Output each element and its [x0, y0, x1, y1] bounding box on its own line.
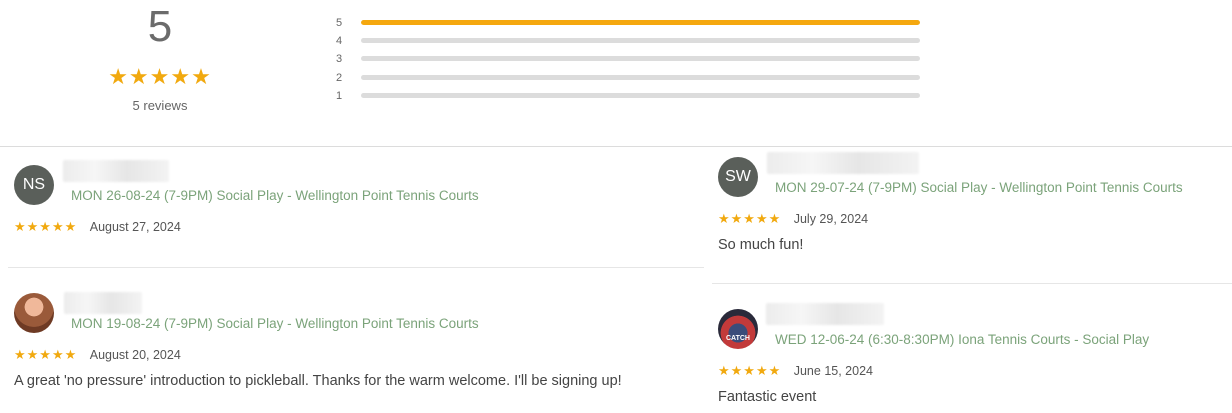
average-rating: 5: [147, 2, 173, 51]
distribution-label: 4: [336, 35, 343, 48]
avatar-photo[interactable]: CATCH: [718, 309, 758, 349]
star-rating-icon: ★★★★★: [718, 211, 782, 226]
review-rating-row: ★★★★★ July 29, 2024: [718, 210, 868, 228]
avatar-initials: NS: [22, 176, 46, 193]
distribution-label: 5: [336, 17, 343, 29]
review-comment: So much fun!: [718, 237, 804, 253]
average-stars: ★★★★★: [108, 64, 212, 89]
distribution-fill: [361, 20, 920, 25]
review-date: July 29, 2024: [793, 212, 869, 226]
distribution-bar: [361, 20, 920, 25]
event-link[interactable]: MON 26-08-24 (7-9PM) Social Play - Welli…: [71, 188, 479, 203]
distribution-bar: [361, 74, 920, 80]
distribution-label: 1: [336, 89, 343, 102]
review-divider: [8, 267, 704, 268]
review-card: NS MON 26-08-24 (7-9PM) Social Play - We…: [14, 160, 694, 255]
event-link[interactable]: WED 12-06-24 (6:30-8:30PM) Iona Tennis C…: [775, 332, 1149, 347]
star-rating-icon: ★★★★★: [14, 219, 78, 234]
distribution-row-5[interactable]: 5: [336, 15, 926, 33]
distribution-label: 2: [336, 71, 343, 84]
avatar-photo[interactable]: [14, 293, 54, 333]
distribution-bar: [361, 92, 920, 98]
review-date: August 27, 2024: [89, 220, 181, 234]
review-comment: Fantastic event: [718, 389, 817, 405]
review-rating-row: ★★★★★ August 20, 2024: [14, 346, 181, 364]
review-card: SW MON 29-07-24 (7-9PM) Social Play - We…: [718, 152, 1218, 267]
review-count: 5 reviews: [132, 98, 188, 113]
distribution-row-2[interactable]: 2: [336, 70, 926, 88]
review-date: June 15, 2024: [793, 364, 873, 378]
reviewer-name-redacted: [63, 160, 169, 182]
divider: [0, 146, 1232, 147]
review-divider: [712, 283, 1232, 284]
review-comment: A great 'no pressure' introduction to pi…: [14, 373, 622, 389]
review-card: CATCH WED 12-06-24 (6:30-8:30PM) Iona Te…: [718, 303, 1218, 409]
distribution-row-1[interactable]: 1: [336, 88, 926, 106]
review-card: MON 19-08-24 (7-9PM) Social Play - Welli…: [14, 292, 694, 403]
distribution-bar: [361, 38, 920, 44]
avatar-caption: CATCH: [726, 335, 750, 342]
distribution-bar: [361, 56, 920, 62]
rating-distribution: 5 4 3 2 1: [336, 15, 926, 106]
review-date: August 20, 2024: [89, 348, 181, 362]
event-link[interactable]: MON 29-07-24 (7-9PM) Social Play - Welli…: [775, 180, 1183, 195]
avatar-initials: SW: [725, 168, 751, 185]
distribution-label: 3: [336, 53, 343, 66]
event-link[interactable]: MON 19-08-24 (7-9PM) Social Play - Welli…: [71, 316, 479, 331]
reviewer-name-redacted: [64, 292, 142, 314]
reviewer-name-redacted: [766, 303, 884, 325]
star-rating-icon: ★★★★★: [14, 347, 78, 362]
star-rating-icon: ★★★★★: [718, 363, 782, 378]
review-rating-row: ★★★★★ August 27, 2024: [14, 218, 181, 236]
avatar[interactable]: SW: [718, 157, 758, 197]
rating-summary: 5 ★★★★★ 5 reviews: [0, 0, 320, 140]
avatar[interactable]: NS: [14, 165, 54, 205]
distribution-row-4[interactable]: 4: [336, 33, 926, 51]
distribution-row-3[interactable]: 3: [336, 51, 926, 69]
review-rating-row: ★★★★★ June 15, 2024: [718, 362, 873, 380]
reviewer-name-redacted: [767, 152, 919, 174]
